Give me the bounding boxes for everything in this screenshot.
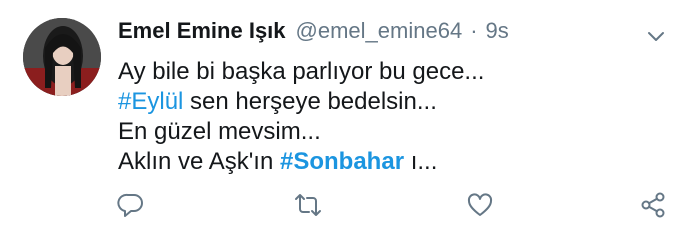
timestamp[interactable]: 9s: [486, 18, 509, 44]
tweet-line-3: En güzel mevsim...: [118, 117, 484, 147]
heart-icon: [467, 193, 493, 216]
reply-icon: [117, 193, 143, 217]
tweet-line-2-text: sen herşeye bedelsin...: [183, 88, 437, 115]
tweet-actions: [0, 190, 690, 222]
separator: ·: [470, 18, 478, 43]
share-icon: [641, 192, 665, 218]
tweet-header: Emel Emine Işık @emel_emine64 · 9s: [118, 18, 509, 50]
author-handle[interactable]: @emel_emine64: [296, 18, 463, 44]
reply-button[interactable]: [116, 190, 146, 220]
tweet-line-1: Ay bile bi başka parlıyor bu gece...: [118, 57, 484, 87]
tweet-line-3-text: En güzel mevsim...: [118, 118, 321, 145]
chevron-down-icon[interactable]: [644, 24, 668, 48]
avatar[interactable]: [23, 18, 101, 96]
author-name[interactable]: Emel Emine Işık: [118, 18, 286, 44]
tweet-text: Ay bile bi başka parlıyor bu gece... #Ey…: [118, 57, 484, 177]
retweet-icon: [295, 194, 321, 216]
tweet-line-1-text: Ay bile bi başka parlıyor bu gece...: [118, 58, 485, 85]
like-button[interactable]: [465, 190, 495, 220]
avatar-image: [23, 18, 101, 96]
share-button[interactable]: [638, 190, 668, 220]
hashtag-sonbahar[interactable]: #Sonbahar: [280, 148, 404, 175]
tweet-line-4: Aklın ve Aşk'ın #Sonbahar ı...: [118, 147, 484, 177]
tweet[interactable]: Emel Emine Işık @emel_emine64 · 9s Ay bi…: [0, 0, 690, 245]
retweet-button[interactable]: [293, 190, 323, 220]
tweet-line-4-prefix: Aklın ve Aşk'ın: [118, 148, 280, 175]
hashtag-eylul[interactable]: #Eylül: [118, 88, 183, 115]
tweet-line-4-suffix: ı...: [404, 148, 438, 175]
tweet-line-2: #Eylül sen herşeye bedelsin...: [118, 87, 484, 117]
